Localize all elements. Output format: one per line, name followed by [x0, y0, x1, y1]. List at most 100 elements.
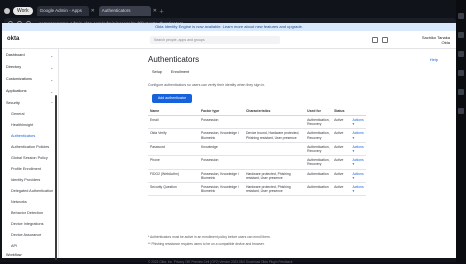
table-row: Security Question Possession, Knowledge …: [148, 182, 366, 197]
sidebar-subitem-profile-enrollment[interactable]: Profile Enrollment: [11, 167, 41, 171]
cell-type: Possession: [199, 155, 244, 170]
cell-characteristics: [243, 155, 306, 170]
cell-characteristics: [243, 142, 306, 157]
toolbar-icon[interactable]: [458, 32, 464, 38]
cell-status: Active: [332, 182, 351, 197]
browser-profile-icon[interactable]: [4, 8, 10, 14]
sidebar-subitem-device-assurance[interactable]: Device Assurance: [11, 233, 41, 237]
sidebar-subitem-identity-providers[interactable]: Identity Providers: [11, 178, 40, 182]
sidebar-subitem-general[interactable]: General: [11, 112, 25, 116]
sidebar: Dashboard ⌄ Directory ⌄ Customizations ⌄…: [2, 49, 59, 260]
cell-status: Active: [332, 169, 351, 184]
actions-dropdown[interactable]: Actions ▾: [350, 182, 366, 197]
browser-tab-1[interactable]: Google Admin - Apps: [36, 6, 89, 16]
profile-badge[interactable]: Work: [13, 7, 33, 15]
page-description: Configure authenticators so users can ve…: [148, 83, 266, 87]
tab-setup[interactable]: Setup: [152, 70, 162, 74]
chevron-down-icon: ⌄: [50, 53, 54, 58]
toolbar-icon[interactable]: [458, 108, 464, 114]
sidebar-item-customizations[interactable]: Customizations: [6, 77, 32, 81]
main-content: Authenticators Help Setup Enrollment Con…: [148, 49, 444, 264]
actions-dropdown[interactable]: Actions ▾: [350, 155, 366, 170]
toolbar-icon[interactable]: [458, 13, 464, 19]
table-row: FIDO2 (WebAuthn) Possession, Knowledge /…: [148, 169, 366, 184]
sidebar-subitem-authenticators[interactable]: Authenticators: [11, 134, 35, 138]
sidebar-subitem-global-session-policy[interactable]: Global Session Policy: [11, 156, 48, 160]
chevron-down-icon: ⌄: [50, 65, 54, 70]
toolbar-icon[interactable]: [458, 70, 464, 76]
cell-used-for: Authentication: [305, 182, 333, 197]
column-header: Used for: [305, 107, 333, 116]
cell-name: FIDO2 (WebAuthn): [148, 169, 200, 184]
actions-dropdown[interactable]: Actions ▾: [350, 128, 366, 143]
actions-dropdown[interactable]: Actions ▾: [350, 115, 366, 130]
cell-status: Active: [332, 128, 351, 143]
actions-dropdown[interactable]: Actions ▾: [350, 169, 366, 184]
toolbar-icon[interactable]: [458, 51, 464, 57]
cell-used-for: Authentication, Recovery: [305, 128, 333, 143]
actions-dropdown[interactable]: Actions ▾: [350, 142, 366, 157]
table-row: Password Knowledge Authentication, Recov…: [148, 142, 366, 157]
okta-admin-page: Okta Identity Engine is now available. L…: [2, 23, 456, 264]
cell-used-for: Authentication, Recovery: [305, 155, 333, 170]
cell-characteristics: Device bound, Hardware protected, Phishi…: [243, 128, 306, 143]
sidebar-item-directory[interactable]: Directory: [6, 65, 21, 69]
close-tab-icon[interactable]: ✕: [153, 8, 157, 14]
cell-status: Active: [332, 155, 351, 170]
new-tab-icon[interactable]: ＋: [159, 8, 164, 15]
cell-characteristics: [243, 115, 306, 130]
footnote-enrollment: * Authenticators must be active in an en…: [148, 235, 271, 239]
column-header: [350, 107, 366, 116]
column-header: Factor type: [199, 107, 244, 116]
column-header: Name: [148, 107, 200, 116]
close-tab-icon[interactable]: ✕: [91, 8, 95, 14]
info-banner: Okta Identity Engine is now available. L…: [2, 23, 456, 31]
sidebar-scrollbar[interactable]: [55, 95, 57, 260]
cell-used-for: Authentication, Recovery: [305, 115, 333, 130]
top-bar: okta Search people, apps and groups Sach…: [2, 31, 456, 49]
cell-characteristics: Hardware protected, Phishing resistant, …: [243, 182, 306, 197]
chevron-down-icon: ⌄: [50, 89, 54, 94]
grid-icon[interactable]: [382, 37, 388, 43]
cell-type: Possession, Knowledge / Biometric: [199, 182, 244, 197]
chevron-down-icon: ⌄: [50, 77, 54, 82]
sidebar-item-dashboard[interactable]: Dashboard: [6, 53, 25, 57]
sidebar-item-applications[interactable]: Applications: [6, 89, 26, 93]
table-row: Phone Possession Authentication, Recover…: [148, 155, 366, 170]
user-menu[interactable]: Sachiko Tanaka Okta: [422, 35, 450, 45]
okta-logo[interactable]: okta: [7, 36, 19, 42]
search-input[interactable]: Search people, apps and groups: [150, 36, 280, 44]
browser-tab-strip: Work Google Admin - Apps ✕ Authenticator…: [0, 4, 456, 18]
browser-tab-2[interactable]: Authenticators: [98, 6, 151, 16]
screen: Work Google Admin - Apps ✕ Authenticator…: [0, 0, 466, 264]
cell-type: Possession: [199, 115, 244, 130]
column-header: Characteristics: [243, 107, 306, 116]
sidebar-item-security[interactable]: Security: [6, 101, 20, 105]
sidebar-subitem-healthinsight[interactable]: HealthInsight: [11, 123, 33, 127]
cell-name: Security Question: [148, 182, 200, 197]
sidebar-subitem-delegated-authentication[interactable]: Delegated Authentication: [11, 189, 53, 193]
help-icon[interactable]: [372, 37, 378, 43]
authenticators-table: Name Factor type Characteristics Used fo…: [148, 107, 366, 197]
user-org: Okta: [441, 40, 450, 45]
sidebar-subitem-api[interactable]: API: [11, 244, 17, 248]
tab-enrollment[interactable]: Enrollment: [171, 70, 189, 74]
sidebar-subitem-behavior-detection[interactable]: Behavior Detection: [11, 211, 43, 215]
help-link[interactable]: Help: [430, 57, 438, 62]
cell-type: Possession, Knowledge / Biometric: [199, 128, 244, 143]
cell-used-for: Authentication: [305, 169, 333, 184]
sidebar-subitem-networks[interactable]: Networks: [11, 200, 27, 204]
tab-bar: Setup Enrollment: [152, 70, 197, 74]
cell-type: Possession, Knowledge / Biometric: [199, 169, 244, 184]
toolbar-icon[interactable]: [458, 89, 464, 95]
cell-status: Active: [332, 142, 351, 157]
table-row: Email Possession Authentication, Recover…: [148, 115, 366, 130]
sidebar-item-workflow[interactable]: Workflow: [6, 253, 22, 257]
cell-name: Email: [148, 115, 200, 130]
cell-name: Password: [148, 142, 200, 157]
sidebar-subitem-device-integrations[interactable]: Device Integrations: [11, 222, 44, 226]
add-authenticator-button[interactable]: Add authenticator: [152, 94, 192, 103]
cell-characteristics: Hardware protected, Phishing resistant, …: [243, 169, 306, 184]
sidebar-subitem-authentication-policies[interactable]: Authentication Policies: [11, 145, 49, 149]
table-header-row: Name Factor type Characteristics Used fo…: [148, 107, 366, 116]
